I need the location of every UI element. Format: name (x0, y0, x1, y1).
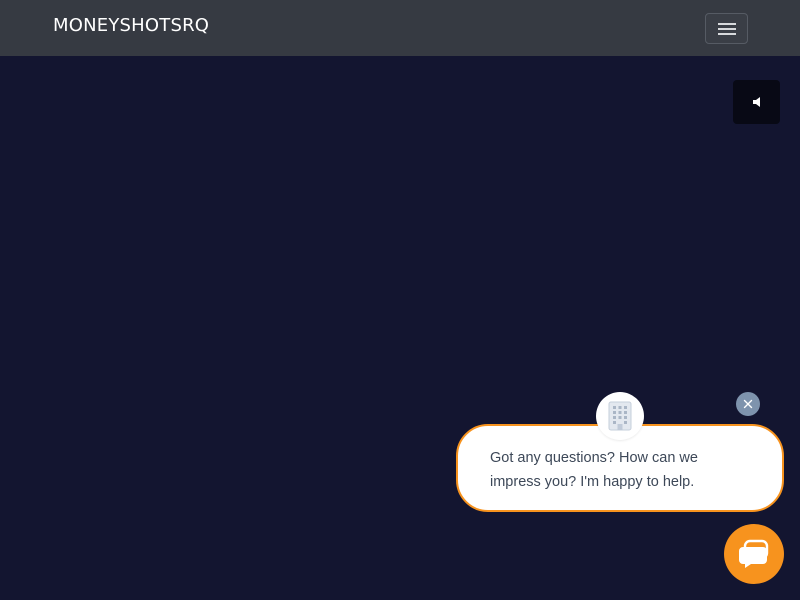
chat-bubbles-icon (739, 539, 769, 568)
hero-video-area (0, 56, 800, 600)
building-icon (608, 401, 632, 431)
close-icon (743, 399, 753, 409)
speaker-icon (752, 97, 760, 107)
brand-link[interactable]: MONEYSHOTSRQ (53, 14, 209, 38)
chat-greeting-text: Got any questions? How can we impress yo… (490, 450, 698, 490)
menu-toggle-button[interactable] (705, 13, 748, 44)
chat-close-button[interactable] (736, 392, 760, 416)
chat-avatar (596, 392, 644, 440)
hamburger-icon (717, 22, 736, 35)
navbar: MONEYSHOTSRQ (0, 0, 800, 56)
chat-launcher-button[interactable] (724, 524, 784, 584)
sound-toggle-button[interactable] (733, 80, 780, 124)
